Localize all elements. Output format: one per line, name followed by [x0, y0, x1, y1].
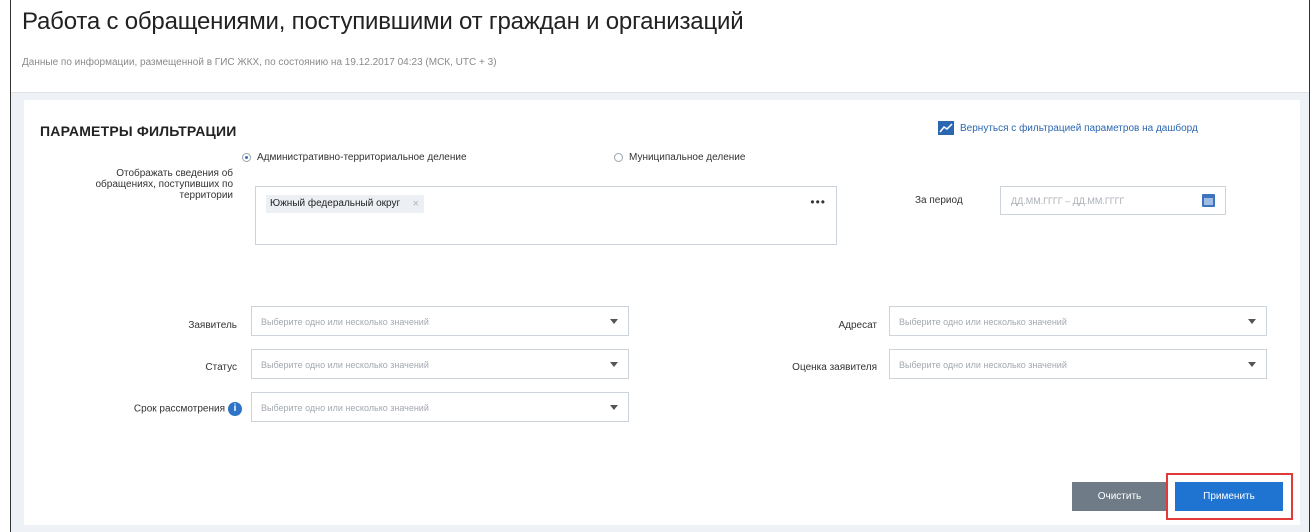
chip-remove-icon[interactable]: ×: [413, 195, 419, 213]
calendar-icon[interactable]: [1202, 194, 1215, 207]
chart-icon: [938, 121, 954, 135]
chevron-down-icon: [610, 362, 618, 367]
status-label: Статус: [205, 362, 237, 373]
chevron-down-icon: [610, 405, 618, 410]
filter-heading: ПАРАМЕТРЫ ФИЛЬТРАЦИИ: [40, 123, 237, 139]
radio-button-unchecked[interactable]: [614, 153, 623, 162]
return-to-dashboard-link[interactable]: Вернуться с фильтрацией параметров на да…: [938, 121, 1198, 135]
page-subtitle: Данные по информации, размещенной в ГИС …: [22, 57, 497, 68]
info-icon[interactable]: i: [228, 402, 242, 416]
territory-chip-label: Южный федеральный округ: [270, 198, 401, 209]
rating-label: Оценка заявителя: [792, 362, 877, 373]
term-select[interactable]: Выберите одно или несколько значений: [251, 392, 629, 422]
more-options-icon[interactable]: •••: [810, 195, 826, 209]
addressee-label: Адресат: [838, 320, 877, 331]
radio-button-checked[interactable]: [242, 153, 251, 162]
radio-administrative-division[interactable]: Административно-территориальное деление: [242, 152, 467, 163]
territory-select[interactable]: Южный федеральный округ × •••: [255, 186, 837, 245]
clear-button[interactable]: Очистить: [1072, 482, 1167, 511]
status-select[interactable]: Выберите одно или несколько значений: [251, 349, 629, 379]
term-label: Срок рассмотрения: [133, 403, 225, 415]
period-input[interactable]: ДД.ММ.ГГГГ – ДД.ММ.ГГГГ: [1000, 186, 1226, 215]
rating-select[interactable]: Выберите одно или несколько значений: [889, 349, 1267, 379]
status-placeholder: Выберите одно или несколько значений: [261, 360, 429, 370]
territory-label: Отображать сведения об обращениях, посту…: [95, 168, 233, 201]
term-label-group: Срок рассмотрения i: [60, 402, 242, 416]
apply-button-highlight: [1166, 473, 1293, 520]
chevron-down-icon: [1248, 319, 1256, 324]
chevron-down-icon: [1248, 362, 1256, 367]
addressee-placeholder: Выберите одно или несколько значений: [899, 317, 1067, 327]
radio-municipal-label: Муниципальное деление: [629, 152, 746, 163]
applicant-select[interactable]: Выберите одно или несколько значений: [251, 306, 629, 336]
chevron-down-icon: [610, 319, 618, 324]
period-label: За период: [915, 195, 963, 206]
rating-placeholder: Выберите одно или несколько значений: [899, 360, 1067, 370]
term-placeholder: Выберите одно или несколько значений: [261, 403, 429, 413]
radio-administrative-label: Административно-территориальное деление: [257, 152, 467, 163]
radio-municipal-division[interactable]: Муниципальное деление: [614, 152, 745, 163]
period-placeholder: ДД.ММ.ГГГГ – ДД.ММ.ГГГГ: [1011, 196, 1125, 206]
applicant-label: Заявитель: [188, 320, 237, 331]
return-to-dashboard-label: Вернуться с фильтрацией параметров на да…: [960, 122, 1198, 134]
addressee-select[interactable]: Выберите одно или несколько значений: [889, 306, 1267, 336]
page-title: Работа с обращениями, поступившими от гр…: [22, 8, 744, 35]
territory-chip: Южный федеральный округ ×: [266, 195, 425, 213]
applicant-placeholder: Выберите одно или несколько значений: [261, 317, 429, 327]
